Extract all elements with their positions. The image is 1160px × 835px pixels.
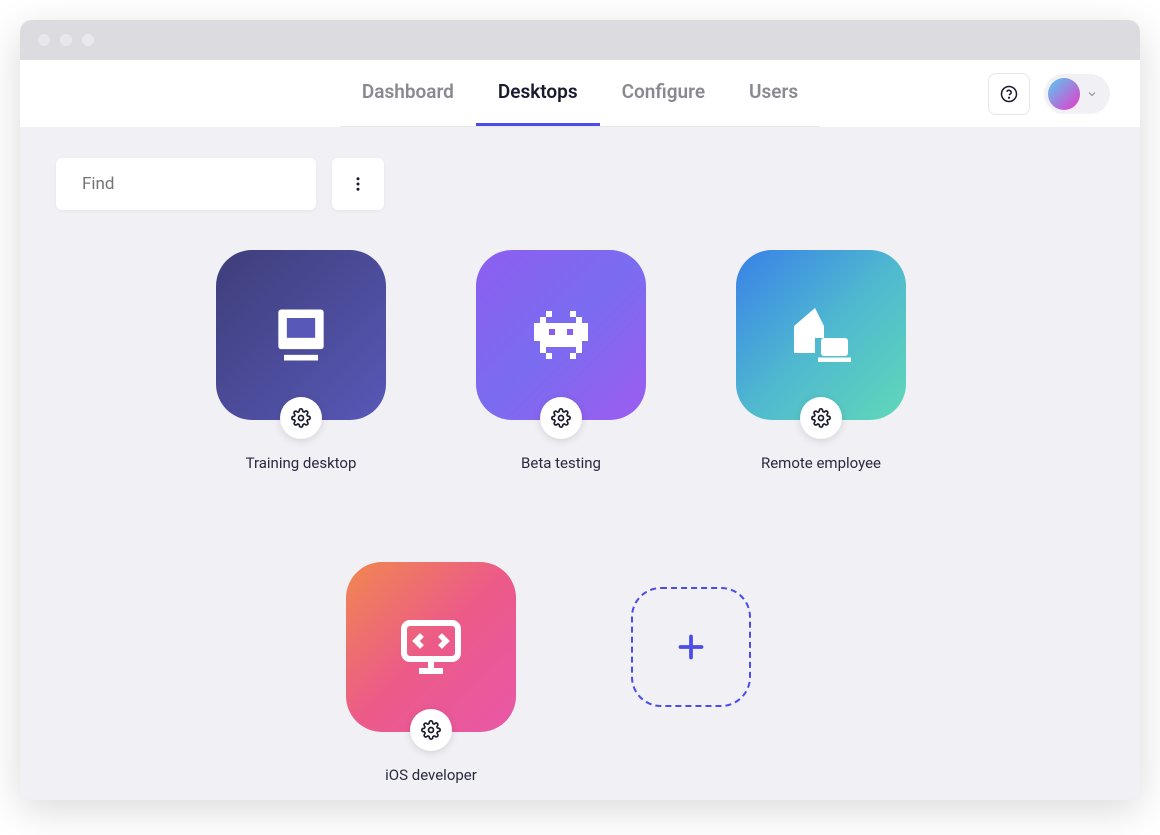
window-titlebar [20, 20, 1140, 60]
add-desktop-card [606, 562, 776, 784]
main-content: Training desktop Beta testing [20, 128, 1140, 800]
desktops-grid: Training desktop Beta testing [56, 250, 1104, 784]
desktop-tile[interactable] [476, 250, 646, 420]
desktop-label: iOS developer [385, 766, 477, 784]
desktop-card-training: Training desktop [216, 250, 386, 472]
header-actions [988, 73, 1110, 115]
gear-icon [811, 408, 831, 428]
search-input[interactable] [82, 174, 304, 194]
gear-icon [551, 408, 571, 428]
search-box[interactable] [56, 158, 316, 210]
plus-icon [673, 629, 709, 665]
help-icon [1000, 85, 1018, 103]
tab-configure[interactable]: Configure [600, 60, 727, 126]
traffic-light-close[interactable] [38, 34, 50, 46]
user-menu[interactable] [1044, 74, 1110, 114]
settings-badge[interactable] [540, 397, 582, 439]
settings-badge[interactable] [280, 397, 322, 439]
desktop-label: Training desktop [246, 454, 357, 472]
nav-tabs: Dashboard Desktops Configure Users [340, 60, 820, 127]
settings-badge[interactable] [800, 397, 842, 439]
tab-desktops[interactable]: Desktops [476, 60, 600, 126]
desktop-tile[interactable] [736, 250, 906, 420]
desktop-card-ios: iOS developer [346, 562, 516, 784]
desktop-label: Beta testing [521, 454, 601, 472]
desktop-tile[interactable] [216, 250, 386, 420]
traffic-light-maximize[interactable] [82, 34, 94, 46]
add-desktop-button[interactable] [631, 587, 751, 707]
avatar [1048, 78, 1080, 110]
traffic-light-minimize[interactable] [60, 34, 72, 46]
desktop-label: Remote employee [761, 454, 881, 472]
more-vertical-icon [349, 175, 367, 193]
chevron-down-icon [1086, 88, 1098, 100]
computer-icon [267, 301, 335, 369]
more-button[interactable] [332, 158, 384, 210]
help-button[interactable] [988, 73, 1030, 115]
gear-icon [291, 408, 311, 428]
tab-users[interactable]: Users [727, 60, 820, 126]
code-monitor-icon [395, 611, 467, 683]
desktop-card-beta: Beta testing [476, 250, 646, 472]
desktop-tile[interactable] [346, 562, 516, 732]
desktop-card-remote: Remote employee [736, 250, 906, 472]
app-window: Dashboard Desktops Configure Users [20, 20, 1140, 800]
home-laptop-icon [785, 299, 857, 371]
invader-icon [525, 299, 597, 371]
toolbar [56, 158, 1104, 210]
settings-badge[interactable] [410, 709, 452, 751]
top-nav: Dashboard Desktops Configure Users [20, 60, 1140, 128]
tab-dashboard[interactable]: Dashboard [340, 60, 476, 126]
gear-icon [421, 720, 441, 740]
